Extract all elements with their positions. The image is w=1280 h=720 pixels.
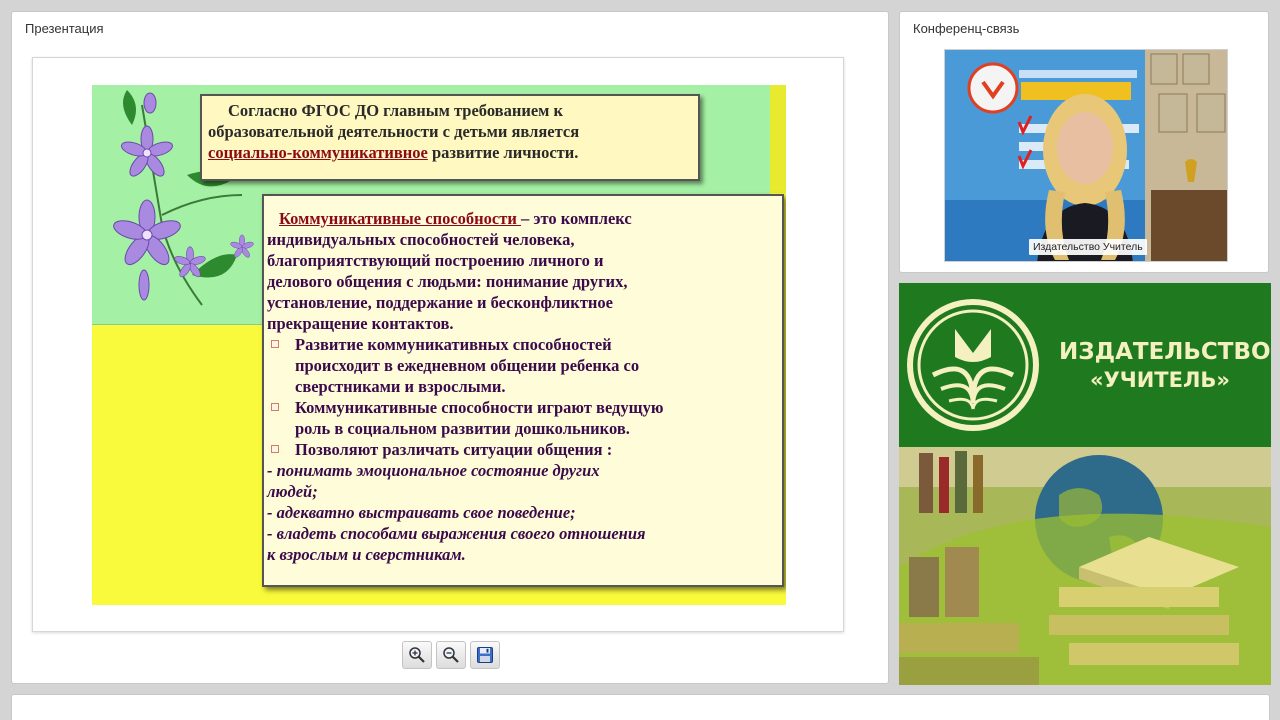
bullet-line: Коммуникативные способности играют ведущ… [295, 398, 664, 417]
square-bullet-icon [271, 445, 279, 453]
slide-viewer[interactable]: Согласно ФГОС ДО главным требованием к о… [32, 57, 844, 632]
definition-line: прекращение контактов. [267, 314, 454, 333]
situation-line: - адекватно выстраивать свое поведение; [267, 503, 576, 522]
bullet-line: происходит в ежедневном общении ребенка … [295, 356, 640, 375]
bullet-line: Развитие коммуникативных способностей [295, 335, 612, 354]
definition-line: индивидуальных способностей человека, [267, 230, 575, 249]
situation-line: - понимать эмоциональное состояние други… [267, 461, 600, 480]
slide-title-line-3-rest: развитие личности. [427, 143, 579, 162]
slide-title-line-1: Согласно ФГОС ДО главным требованием к [228, 101, 564, 120]
situation-line: - владеть способами выражения своего отн… [267, 524, 646, 543]
zoom-in-button[interactable] [402, 641, 432, 669]
webcam-video[interactable]: Издательство Учитель [944, 49, 1228, 262]
square-bullet-icon [271, 403, 279, 411]
publisher-logo-icon [907, 299, 1039, 431]
presentation-slide: Согласно ФГОС ДО главным требованием к о… [92, 85, 786, 605]
zoom-out-button[interactable] [436, 641, 466, 669]
situation-line: к взрослым и сверстникам. [267, 545, 466, 564]
conference-panel: Конференц-связь Издательство Учитель [899, 11, 1269, 273]
books-and-globe-image [899, 447, 1271, 685]
square-bullet-icon [271, 340, 279, 348]
presentation-panel: Презентация Согласно ФГОС ДО главным тре… [11, 11, 889, 684]
floppy-disk-icon [477, 647, 493, 663]
definition-line: делового общения с людьми: понимание дру… [267, 272, 628, 291]
zoom-in-icon [409, 647, 425, 663]
bullet-line: Позволяют различать ситуации общения : [295, 440, 613, 459]
slide-title-line-2: образовательной деятельности с детьми яв… [208, 122, 580, 141]
presentation-panel-title: Презентация [25, 21, 104, 36]
definition-first-line-rest: – это комплекс [520, 209, 632, 228]
save-button[interactable] [470, 641, 500, 669]
slide-toolbar [402, 641, 500, 671]
definition-first-line: Коммуникативные способности – это компле… [267, 208, 776, 229]
slide-title-box: Согласно ФГОС ДО главным требованием к о… [200, 94, 700, 181]
publisher-banner-image [899, 447, 1271, 685]
bullet-line: сверстниками и взрослыми. [295, 377, 506, 396]
definition-term: Коммуникативные способности [279, 209, 521, 228]
situation-line: людей; [267, 482, 318, 501]
definition-line: установление, поддержание и бесконфликтн… [267, 293, 614, 312]
bullet-item: Развитие коммуникативных способностей пр… [267, 334, 776, 397]
slide-content-box: Коммуникативные способности – это компле… [262, 194, 784, 587]
presenter-video-frame [945, 50, 1227, 261]
publisher-name-line-1: ИЗДАТЕЛЬСТВО [1059, 339, 1271, 365]
bullet-item: Позволяют различать ситуации общения : [267, 439, 776, 460]
bullet-item: Коммуникативные способности играют ведущ… [267, 397, 776, 439]
bottom-panel [11, 694, 1270, 720]
publisher-name: ИЗДАТЕЛЬСТВО «УЧИТЕЛЬ» [1059, 338, 1271, 394]
zoom-out-icon [443, 647, 459, 663]
bullet-line: роль в социальном развитии дошкольников. [295, 419, 630, 438]
publisher-name-line-2: «УЧИТЕЛЬ» [1090, 368, 1230, 392]
conference-panel-title: Конференц-связь [913, 21, 1020, 36]
slide-title-underlined: социально-коммуникативное [208, 143, 428, 162]
slide-green-area-edge [770, 85, 786, 193]
publisher-banner-top: ИЗДАТЕЛЬСТВО «УЧИТЕЛЬ» [899, 283, 1271, 447]
participant-name-label: Издательство Учитель [1029, 239, 1147, 255]
publisher-banner: ИЗДАТЕЛЬСТВО «УЧИТЕЛЬ» [899, 283, 1271, 685]
definition-line: благоприятствующий построению личного и [267, 251, 604, 270]
slide-title-line-3: социально-коммуникативное развитие лично… [208, 142, 692, 163]
